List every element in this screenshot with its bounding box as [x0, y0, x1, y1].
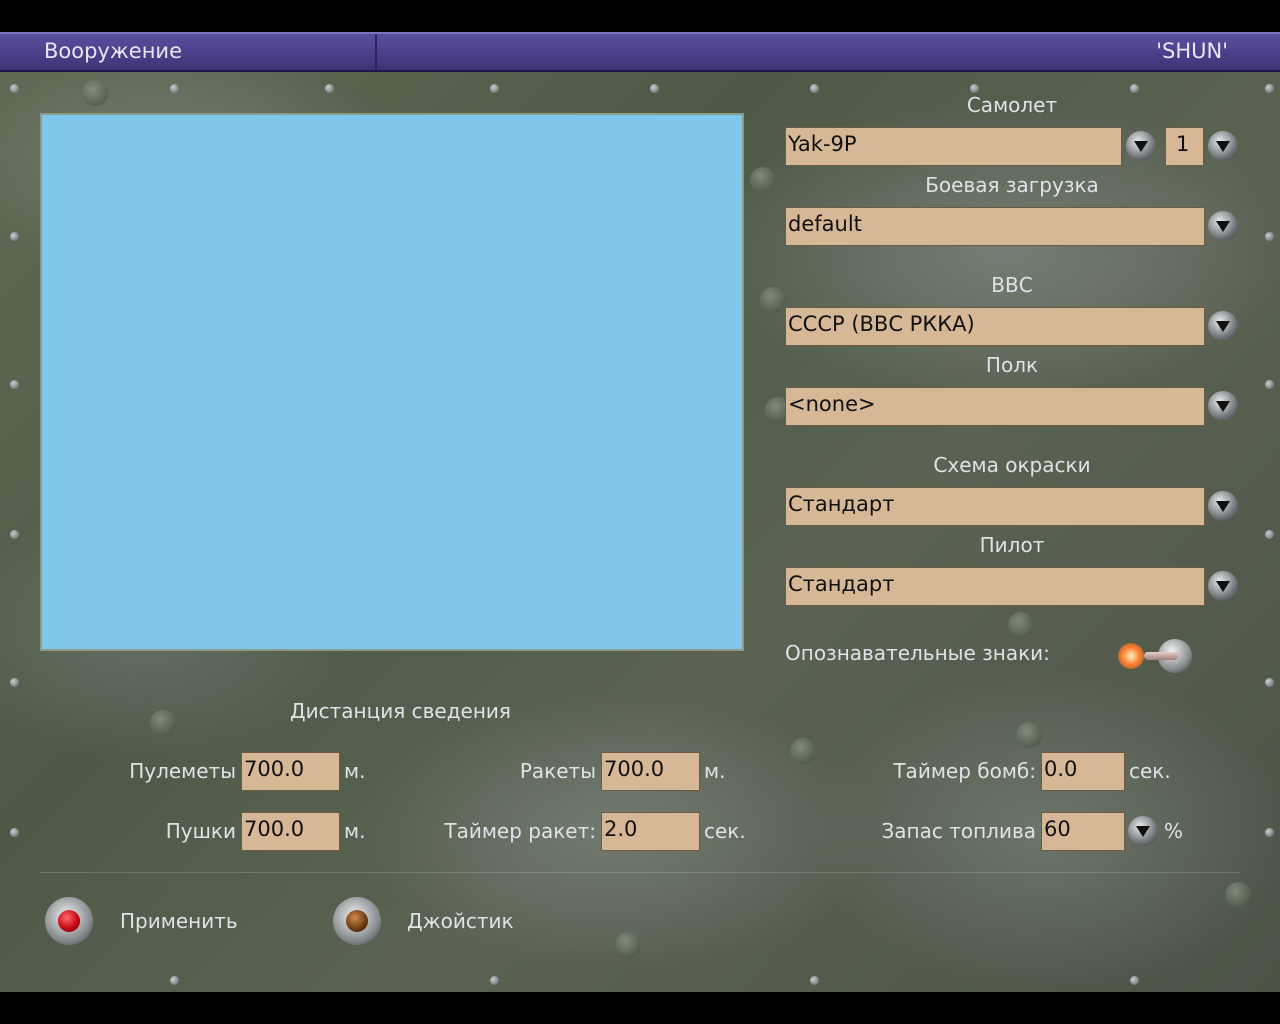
joystick-button[interactable]	[333, 897, 381, 945]
rivet	[10, 232, 19, 241]
skin-dropdown-button[interactable]	[1208, 491, 1238, 521]
bump	[1008, 612, 1034, 638]
divider-line	[40, 872, 1240, 873]
joystick-label[interactable]: Джойстик	[407, 909, 514, 933]
markings-toggle[interactable]	[1118, 637, 1198, 673]
pilot-select[interactable]: Стандарт	[785, 567, 1205, 606]
rivet	[170, 976, 179, 985]
rocket-timer-input[interactable]: 2.0	[601, 812, 700, 851]
aircraft-select[interactable]: Yak-9P	[785, 127, 1122, 166]
rivet	[1265, 530, 1274, 539]
rivet	[1265, 84, 1274, 93]
rivet	[1130, 84, 1139, 93]
bump	[82, 80, 108, 106]
rivet	[170, 84, 179, 93]
chevron-down-icon	[1216, 400, 1230, 412]
cannon-label: Пушки	[165, 819, 236, 843]
chevron-down-icon	[1136, 825, 1150, 837]
aircraft-label: Самолет	[966, 93, 1058, 117]
rivet	[1265, 678, 1274, 687]
rockets-label: Ракеты	[519, 759, 596, 783]
count-dropdown-button[interactable]	[1208, 131, 1238, 161]
pilot-dropdown-button[interactable]	[1208, 571, 1238, 601]
rivet	[650, 84, 659, 93]
bump	[790, 738, 816, 764]
markings-label: Опознавательные знаки:	[785, 641, 1050, 665]
mg-distance-input[interactable]: 700.0	[241, 752, 340, 791]
title-bar: Вооружение 'SHUN'	[0, 32, 1280, 72]
rockets-distance-input[interactable]: 700.0	[601, 752, 700, 791]
bomb-timer-label: Таймер бомб:	[893, 759, 1036, 783]
pilot-label: Пилот	[979, 533, 1045, 557]
bump	[760, 287, 786, 313]
rivet	[490, 84, 499, 93]
regiment-label: Полк	[985, 353, 1039, 377]
mg-label: Пулеметы	[129, 759, 236, 783]
chevron-down-icon	[1216, 320, 1230, 332]
rivet	[10, 530, 19, 539]
bomb-timer-unit: сек.	[1129, 759, 1171, 783]
rivet	[10, 84, 19, 93]
toggle-lever-icon	[1144, 652, 1178, 660]
apply-button[interactable]	[45, 897, 93, 945]
skin-label: Схема окраски	[933, 453, 1091, 477]
aircraft-preview	[40, 113, 744, 651]
fuel-select[interactable]: 60	[1041, 812, 1125, 851]
chevron-down-icon	[1216, 140, 1230, 152]
skin-select[interactable]: Стандарт	[785, 487, 1205, 526]
fuel-unit: %	[1164, 819, 1184, 843]
aircraft-count-select[interactable]: 1	[1165, 127, 1204, 166]
mg-unit: м.	[344, 759, 366, 783]
rivet	[1265, 232, 1274, 241]
rivet	[810, 976, 819, 985]
rockets-unit: м.	[704, 759, 726, 783]
fuel-label: Запас топлива	[881, 819, 1036, 843]
rivet	[10, 380, 19, 389]
rivet	[1265, 828, 1274, 837]
cannon-distance-input[interactable]: 700.0	[241, 812, 340, 851]
rocket-timer-label: Таймер ракет:	[444, 819, 596, 843]
convergence-title: Дистанция сведения	[290, 699, 511, 723]
rivet	[970, 84, 979, 93]
title-divider	[375, 34, 377, 70]
chevron-down-icon	[1134, 140, 1148, 152]
bump	[150, 710, 176, 736]
loadout-label: Боевая загрузка	[925, 173, 1099, 197]
rivet	[1265, 380, 1274, 389]
airforce-label: ВВС	[991, 273, 1033, 297]
player-name: 'SHUN'	[1156, 39, 1228, 63]
fuel-dropdown-button[interactable]	[1128, 816, 1158, 846]
chevron-down-icon	[1216, 580, 1230, 592]
bump	[750, 167, 776, 193]
rivet	[810, 84, 819, 93]
bump	[1225, 882, 1251, 908]
indicator-light-icon	[1118, 643, 1144, 669]
airforce-dropdown-button[interactable]	[1208, 311, 1238, 341]
rivet	[10, 678, 19, 687]
rivet	[325, 84, 334, 93]
chevron-down-icon	[1216, 500, 1230, 512]
bump	[1016, 722, 1042, 748]
rivet	[490, 976, 499, 985]
rocket-timer-unit: сек.	[704, 819, 746, 843]
amber-lamp-icon	[346, 910, 368, 932]
regiment-dropdown-button[interactable]	[1208, 391, 1238, 421]
cannon-unit: м.	[344, 819, 366, 843]
airforce-select[interactable]: СССР (ВВС РККА)	[785, 307, 1205, 346]
red-lamp-icon	[58, 910, 80, 932]
bump	[615, 932, 641, 958]
bomb-timer-input[interactable]: 0.0	[1041, 752, 1125, 791]
apply-label[interactable]: Применить	[120, 909, 238, 933]
regiment-select[interactable]: <none>	[785, 387, 1205, 426]
chevron-down-icon	[1216, 220, 1230, 232]
aircraft-dropdown-button[interactable]	[1126, 131, 1156, 161]
loadout-dropdown-button[interactable]	[1208, 211, 1238, 241]
window-title: Вооружение	[44, 39, 182, 63]
loadout-select[interactable]: default	[785, 207, 1205, 246]
rivet	[1130, 976, 1139, 985]
